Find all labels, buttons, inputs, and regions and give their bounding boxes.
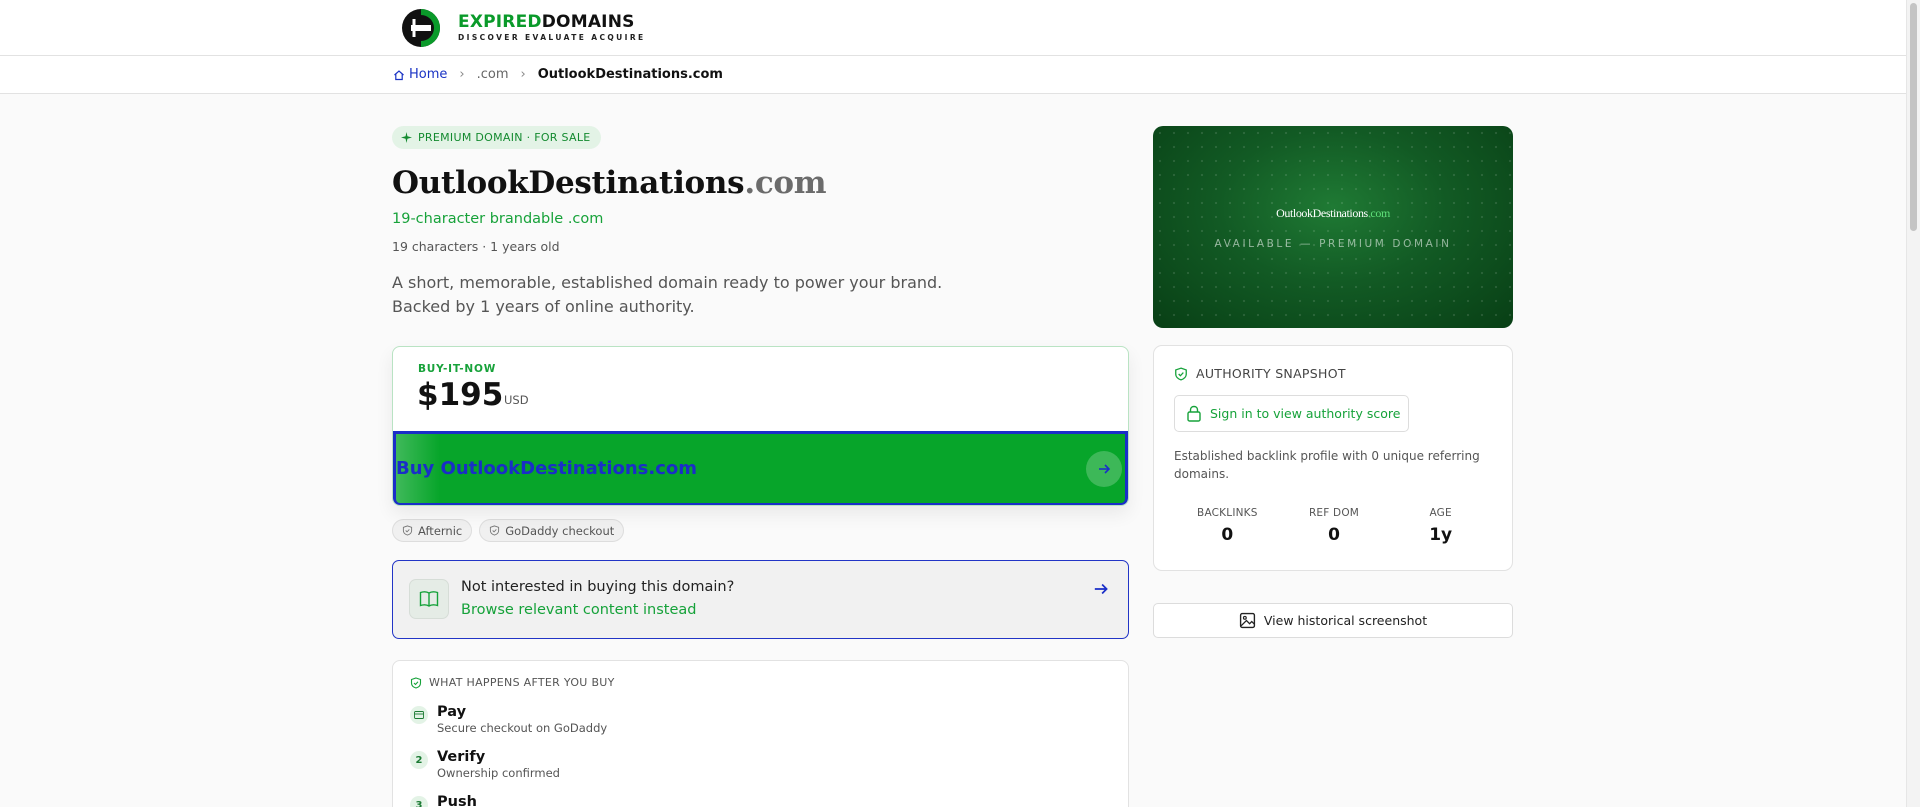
sparkle-icon — [401, 132, 412, 143]
browse-content-link[interactable]: Browse relevant content instead — [461, 602, 696, 618]
book-open-icon — [409, 579, 449, 619]
after-purchase-steps: WHAT HAPPENS AFTER YOU BUY Pay Secure ch… — [392, 660, 1129, 807]
logo-wordmark: EXPIREDDOMAINS — [458, 12, 635, 33]
chevron-right-icon: › — [520, 67, 526, 82]
step-number: 3 — [410, 796, 428, 807]
price-card: BUY-IT-NOW $195 USD Buy OutlookDestinati… — [392, 346, 1129, 506]
steps-title: WHAT HAPPENS AFTER YOU BUY — [410, 676, 615, 689]
buy-button-label: Buy OutlookDestinations.com — [396, 458, 698, 479]
logo-tagline: DISCOVER EVALUATE ACQUIRE — [458, 33, 646, 43]
step-number: 2 — [410, 751, 428, 769]
chevron-right-icon: › — [459, 67, 465, 82]
domain-meta: 19 characters · 1 years old — [392, 239, 560, 254]
shield-check-icon — [410, 676, 422, 689]
stat-age: AGE 1y — [1429, 507, 1453, 545]
logo-icon — [402, 9, 440, 47]
premium-badge: PREMIUM DOMAIN · FOR SALE — [392, 126, 601, 149]
step-pay: Pay Secure checkout on GoDaddy — [410, 703, 607, 735]
price-currency: USD — [504, 393, 529, 407]
scrollbar-thumb[interactable] — [1910, 3, 1917, 231]
preview-domain: OutlookDestinations.com — [1276, 206, 1390, 220]
stat-ref-domains: REF DOM 0 — [1308, 507, 1360, 545]
domain-blurb: A short, memorable, established domain r… — [392, 273, 943, 316]
image-icon — [1239, 612, 1255, 629]
authority-stats: BACKLINKS 0 REF DOM 0 AGE 1y — [1174, 507, 1494, 545]
authority-snapshot-card: AUTHORITY SNAPSHOT Sign in to view autho… — [1153, 345, 1513, 571]
buy-button[interactable]: Buy OutlookDestinations.com — [393, 431, 1128, 505]
page-scrollbar[interactable] — [1906, 0, 1920, 807]
main-content: PREMIUM DOMAIN · FOR SALE OutlookDestina… — [392, 126, 1129, 807]
home-icon — [394, 69, 404, 80]
arrow-right-icon — [1094, 583, 1108, 595]
sign-in-authority-button[interactable]: Sign in to view authority score — [1174, 395, 1409, 432]
step-verify: 2 Verify Ownership confirmed — [410, 748, 560, 780]
authority-title: AUTHORITY SNAPSHOT — [1174, 366, 1346, 381]
price-label: BUY-IT-NOW — [418, 363, 497, 375]
shield-check-icon — [402, 525, 413, 536]
breadcrumb-tld-link[interactable]: .com — [477, 67, 509, 82]
site-header: EXPIREDDOMAINS DISCOVER EVALUATE ACQUIRE — [0, 0, 1920, 56]
domain-subtitle: 19-character brandable .com — [392, 211, 604, 227]
credit-card-icon — [410, 706, 428, 724]
preview-caption: AVAILABLE — PREMIUM DOMAIN — [1214, 238, 1452, 250]
breadcrumb: Home › .com › OutlookDestinations.com — [393, 67, 723, 82]
domain-preview-card: OutlookDestinations.com AVAILABLE — PREM… — [1153, 126, 1513, 328]
breadcrumb-bar: Home › .com › OutlookDestinations.com — [0, 56, 1920, 94]
browse-content-title: Not interested in buying this domain? — [461, 579, 735, 595]
step-push: 3 Push — [410, 793, 477, 807]
site-logo[interactable]: EXPIREDDOMAINS DISCOVER EVALUATE ACQUIRE — [400, 7, 646, 49]
pill-godaddy: GoDaddy checkout — [479, 519, 625, 542]
lock-icon — [1187, 405, 1201, 422]
shield-check-icon — [490, 525, 500, 536]
view-historical-screenshot-button[interactable]: View historical screenshot — [1153, 603, 1513, 638]
breadcrumb-current: OutlookDestinations.com — [537, 67, 723, 82]
shield-check-icon — [1175, 366, 1187, 380]
pill-afternic: Afternic — [392, 519, 473, 542]
domain-title: OutlookDestinations.com — [392, 165, 827, 201]
browse-content-card[interactable]: Not interested in buying this domain? Br… — [392, 560, 1129, 639]
authority-description: Established backlink profile with 0 uniq… — [1174, 449, 1480, 481]
breadcrumb-home-link[interactable]: Home — [393, 67, 447, 82]
stat-backlinks: BACKLINKS 0 — [1197, 507, 1258, 545]
price-value: $195 — [417, 377, 504, 413]
checkout-pills: Afternic GoDaddy checkout — [392, 519, 1129, 542]
arrow-right-icon — [1086, 451, 1122, 487]
